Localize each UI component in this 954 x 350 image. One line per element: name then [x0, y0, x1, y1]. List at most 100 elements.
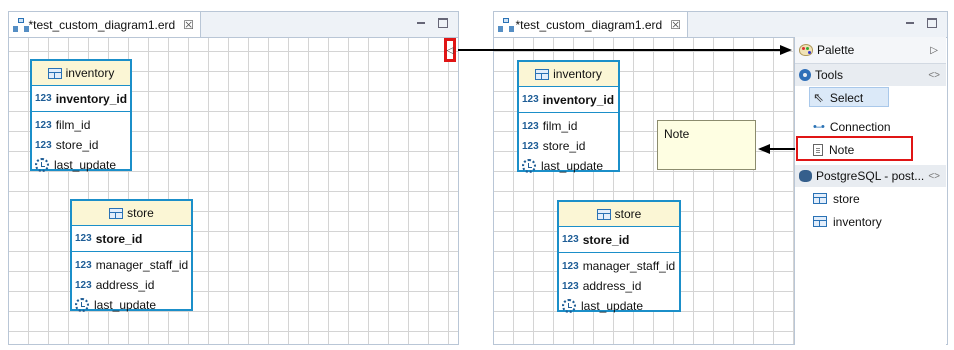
right-tab-title: *test_custom_diagram1.erd — [515, 17, 663, 32]
entity-title: inventory — [553, 67, 602, 81]
palette-title: Palette — [817, 43, 855, 57]
right-entity-store[interactable]: store 123 store_id 123 manager_staff_id … — [557, 200, 681, 313]
numeric-type-icon: 123 — [562, 234, 579, 245]
column-name: last_update — [94, 298, 157, 312]
palette-header[interactable]: Palette ▷ — [795, 37, 946, 64]
timestamp-clock-icon — [522, 159, 536, 173]
column-row: 123 address_id — [559, 276, 679, 296]
left-tab-bar: *test_custom_diagram1.erd ☒ — [9, 12, 458, 38]
column-name: address_id — [582, 279, 642, 293]
primary-key-name: store_id — [95, 231, 143, 246]
right-window-buttons — [905, 18, 937, 28]
tool-label: Select — [829, 90, 864, 105]
right-entity-inventory[interactable]: inventory 123 inventory_id 123 film_id 1… — [517, 60, 620, 173]
connection-icon: •–• — [813, 120, 825, 133]
primary-key-row: 123 inventory_id — [519, 87, 618, 113]
entity-title: inventory — [65, 66, 115, 80]
show-palette-button[interactable]: ◁ — [444, 38, 456, 62]
tools-drawer[interactable]: Tools <> — [795, 64, 946, 86]
erd-diagram-icon — [498, 17, 515, 32]
entity-header: inventory — [32, 61, 130, 86]
table-icon — [596, 208, 611, 220]
numeric-type-icon: 123 — [522, 94, 539, 105]
maximize-icon[interactable] — [927, 18, 937, 28]
column-name: film_id — [542, 119, 578, 133]
diagram-note[interactable]: Note — [657, 120, 756, 170]
numeric-type-icon: 123 — [75, 233, 92, 244]
db-drawer-label: PostgreSQL - post... — [816, 169, 925, 183]
left-diagram-editor: *test_custom_diagram1.erd ☒ inventory 12… — [8, 11, 459, 345]
timestamp-clock-icon — [75, 298, 89, 312]
tool-select[interactable]: ⇖ Select — [795, 86, 946, 109]
primary-key-name: store_id — [582, 232, 630, 247]
column-row: last_update — [519, 156, 618, 176]
minimize-icon[interactable] — [416, 18, 426, 28]
collapse-drawer-icon[interactable]: <> — [928, 171, 940, 182]
maximize-icon[interactable] — [438, 18, 448, 28]
note-text: Note — [664, 127, 690, 141]
table-icon — [813, 216, 827, 227]
table-icon — [535, 68, 550, 80]
entity-header: store — [559, 202, 679, 227]
collapse-drawer-icon[interactable]: <> — [928, 70, 940, 81]
tool-label: Connection — [829, 119, 891, 134]
column-row: 123 film_id — [519, 116, 618, 136]
column-row: last_update — [32, 155, 130, 175]
db-item-label: inventory — [833, 214, 882, 229]
column-row: 123 store_id — [32, 135, 130, 155]
right-editor-tab[interactable]: *test_custom_diagram1.erd ☒ — [494, 12, 688, 37]
entity-header: inventory — [519, 62, 618, 87]
numeric-type-icon: 123 — [522, 120, 539, 132]
minimize-icon[interactable] — [905, 18, 915, 28]
column-row: 123 manager_staff_id — [72, 255, 191, 275]
entity-title: store — [614, 207, 642, 221]
numeric-type-icon: 123 — [35, 119, 52, 131]
close-tab-icon[interactable]: ☒ — [183, 18, 194, 32]
numeric-type-icon: 123 — [75, 279, 92, 291]
numeric-type-icon: 123 — [35, 139, 52, 151]
primary-key-row: 123 store_id — [72, 226, 191, 252]
entity-title: store — [127, 206, 154, 220]
column-name: film_id — [55, 118, 91, 132]
erd-diagram-icon — [13, 17, 30, 32]
left-entity-inventory[interactable]: inventory 123 inventory_id 123 film_id 1… — [30, 59, 132, 172]
right-tab-bar: *test_custom_diagram1.erd ☒ — [494, 12, 947, 38]
column-row: 123 film_id — [32, 115, 130, 135]
timestamp-clock-icon — [35, 158, 49, 172]
table-icon — [109, 207, 124, 219]
numeric-type-icon: 123 — [35, 93, 52, 104]
numeric-type-icon: 123 — [75, 259, 92, 271]
primary-key-row: 123 inventory_id — [32, 86, 130, 112]
column-name: store_id — [55, 138, 99, 152]
numeric-type-icon: 123 — [562, 260, 579, 272]
db-item-store[interactable]: store — [795, 187, 946, 210]
postgresql-icon — [799, 170, 812, 182]
column-name: address_id — [95, 278, 155, 292]
close-tab-icon[interactable]: ☒ — [670, 18, 681, 32]
left-entity-store[interactable]: store 123 store_id 123 manager_staff_id … — [70, 199, 193, 312]
entity-header: store — [72, 201, 191, 226]
db-item-inventory[interactable]: inventory — [795, 210, 946, 233]
column-row: last_update — [72, 295, 191, 315]
db-item-label: store — [833, 191, 860, 206]
left-editor-tab[interactable]: *test_custom_diagram1.erd ☒ — [9, 12, 201, 37]
table-icon — [47, 67, 62, 79]
column-name: store_id — [542, 139, 586, 153]
hide-palette-icon[interactable]: ▷ — [930, 45, 938, 56]
left-tab-title: *test_custom_diagram1.erd — [28, 17, 176, 32]
numeric-type-icon: 123 — [522, 140, 539, 152]
column-name: manager_staff_id — [95, 258, 189, 272]
column-row: last_update — [559, 296, 679, 316]
column-name: last_update — [54, 158, 117, 172]
column-row: 123 manager_staff_id — [559, 256, 679, 276]
gear-icon — [799, 69, 811, 81]
numeric-type-icon: 123 — [562, 280, 579, 292]
timestamp-clock-icon — [562, 299, 576, 313]
table-icon — [813, 193, 827, 204]
tool-connection[interactable]: •–• Connection — [795, 115, 946, 138]
note-tool-highlight — [796, 136, 913, 161]
column-row: 123 store_id — [519, 136, 618, 156]
tools-drawer-label: Tools — [815, 68, 844, 82]
palette-panel: Palette ▷ Tools <> ⇖ Select •–• Connecti… — [794, 37, 946, 345]
postgres-drawer[interactable]: PostgreSQL - post... <> — [795, 165, 946, 187]
